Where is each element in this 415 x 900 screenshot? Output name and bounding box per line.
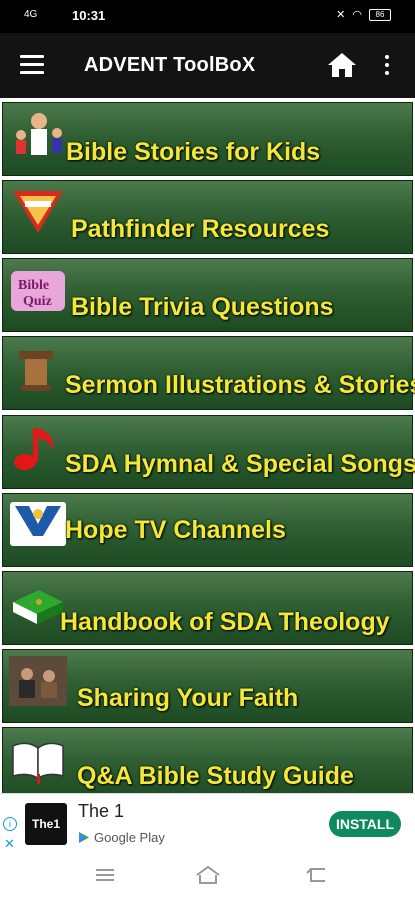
status-bar: 4G 10:31 ✕ ◠ 86 — [0, 0, 415, 33]
tile-bible-stories[interactable]: Bible Stories for Kids — [2, 102, 413, 176]
pathfinder-emblem-icon — [13, 191, 63, 233]
more-vert-icon[interactable] — [385, 55, 391, 79]
nav-home-icon[interactable] — [194, 865, 222, 885]
tile-hymnal[interactable]: SDA Hymnal & Special Songs — [2, 415, 415, 489]
home-icon[interactable] — [326, 51, 358, 79]
signal-indicator: 4G — [24, 9, 38, 20]
bible-quiz-icon: Bible Quiz — [11, 271, 65, 311]
music-note-icon — [14, 428, 54, 470]
tile-label: Sharing Your Faith — [77, 684, 299, 712]
app-bar: ADVENT ToolBoX — [0, 33, 415, 98]
svg-text:Quiz: Quiz — [23, 294, 52, 309]
menu-list: Bible Stories for Kids Pathfinder Resour… — [0, 98, 415, 793]
recents-icon[interactable] — [94, 865, 116, 885]
tile-pathfinder[interactable]: Pathfinder Resources — [2, 180, 413, 254]
tile-bible-trivia[interactable]: Bible Quiz Bible Trivia Questions — [2, 258, 413, 332]
tile-label: Handbook of SDA Theology — [60, 608, 390, 636]
tile-hope-tv[interactable]: Hope TV Channels — [2, 493, 413, 567]
tile-qa-guide[interactable]: Q&A Bible Study Guide — [2, 727, 413, 793]
system-nav-bar — [0, 853, 415, 900]
ad-title[interactable]: The 1 — [78, 801, 124, 822]
tile-sharing[interactable]: Sharing Your Faith — [2, 649, 413, 723]
green-book-icon — [13, 590, 63, 624]
status-icons: ✕ ◠ 86 — [336, 8, 391, 21]
tile-label: Hope TV Channels — [65, 516, 286, 544]
ad-close-icon[interactable]: ✕ — [4, 836, 15, 852]
tile-handbook[interactable]: Handbook of SDA Theology — [2, 571, 413, 645]
tile-label: Pathfinder Resources — [71, 215, 330, 243]
svg-text:Bible: Bible — [18, 278, 49, 293]
battery-icon: 86 — [369, 8, 391, 21]
google-play-icon — [79, 832, 89, 843]
children-jesus-icon — [16, 113, 62, 155]
ad-info-icon[interactable]: i — [3, 817, 17, 831]
back-icon[interactable] — [305, 865, 329, 885]
tile-label: Bible Stories for Kids — [66, 138, 321, 166]
tile-label: Sermon Illustrations & Stories — [65, 371, 415, 399]
pulpit-icon — [19, 351, 53, 391]
tile-label: SDA Hymnal & Special Songs — [65, 450, 415, 478]
tile-sermon[interactable]: Sermon Illustrations & Stories — [2, 336, 415, 410]
ad-store-label: Google Play — [94, 830, 165, 845]
ad-banner[interactable]: i ✕ The1 The 1 Google Play INSTALL — [0, 793, 415, 854]
open-bible-icon — [12, 742, 64, 784]
tile-label: Bible Trivia Questions — [71, 293, 334, 321]
ad-app-logo[interactable]: The1 — [25, 803, 67, 845]
people-sharing-icon — [9, 656, 67, 706]
app-title: ADVENT ToolBoX — [84, 54, 256, 76]
wifi-icon: ◠ — [352, 9, 362, 21]
mute-icon: ✕ — [336, 9, 346, 21]
ad-store: Google Play — [78, 830, 165, 845]
install-button[interactable]: INSTALL — [329, 811, 401, 837]
tile-label: Q&A Bible Study Guide — [77, 762, 354, 790]
hope-channel-icon — [10, 502, 66, 546]
hamburger-icon[interactable] — [20, 55, 44, 75]
status-time: 10:31 — [72, 8, 106, 23]
